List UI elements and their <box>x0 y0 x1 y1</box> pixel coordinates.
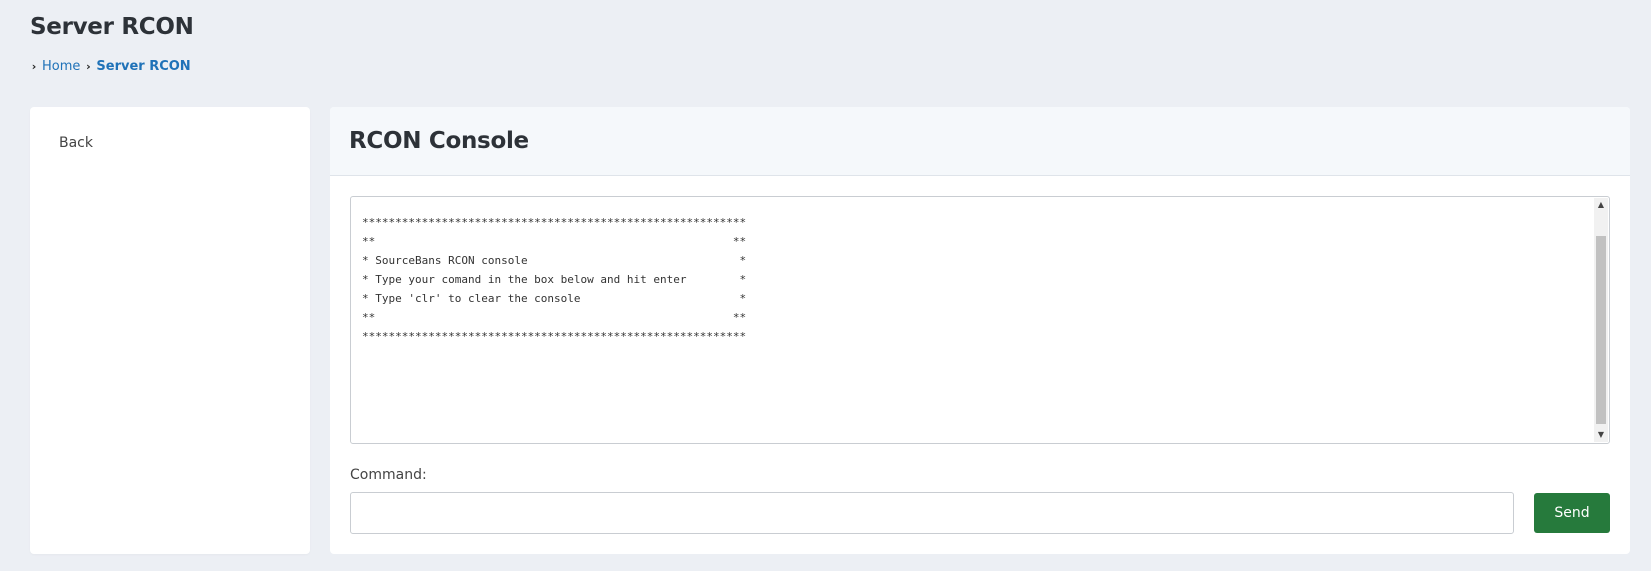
scrollbar-thumb[interactable] <box>1596 236 1606 424</box>
chevron-right-icon: › <box>31 60 37 73</box>
triangle-up-icon[interactable]: ▲ <box>1594 198 1608 212</box>
page-header: Server RCON <box>30 14 194 40</box>
console-scrollbar[interactable]: ▲ ▼ <box>1594 198 1608 442</box>
rcon-console-card: RCON Console ***************************… <box>330 107 1630 554</box>
breadcrumb-current: Server RCON <box>96 59 191 74</box>
send-button[interactable]: Send <box>1534 493 1610 533</box>
triangle-down-icon[interactable]: ▼ <box>1594 428 1608 442</box>
chevron-right-icon: › <box>86 60 91 73</box>
page-title: Server RCON <box>30 14 194 40</box>
card-header: RCON Console <box>330 107 1630 176</box>
sidebar: Back <box>30 107 310 554</box>
breadcrumb: › Home › Server RCON <box>30 59 191 74</box>
console-text: ****************************************… <box>362 216 747 343</box>
sidebar-item-back[interactable]: Back <box>59 135 310 151</box>
command-input[interactable] <box>350 492 1514 534</box>
command-label: Command: <box>350 467 427 483</box>
breadcrumb-home-link[interactable]: Home <box>42 59 80 74</box>
card-title: RCON Console <box>349 128 529 154</box>
console-output[interactable]: ****************************************… <box>350 196 1610 444</box>
